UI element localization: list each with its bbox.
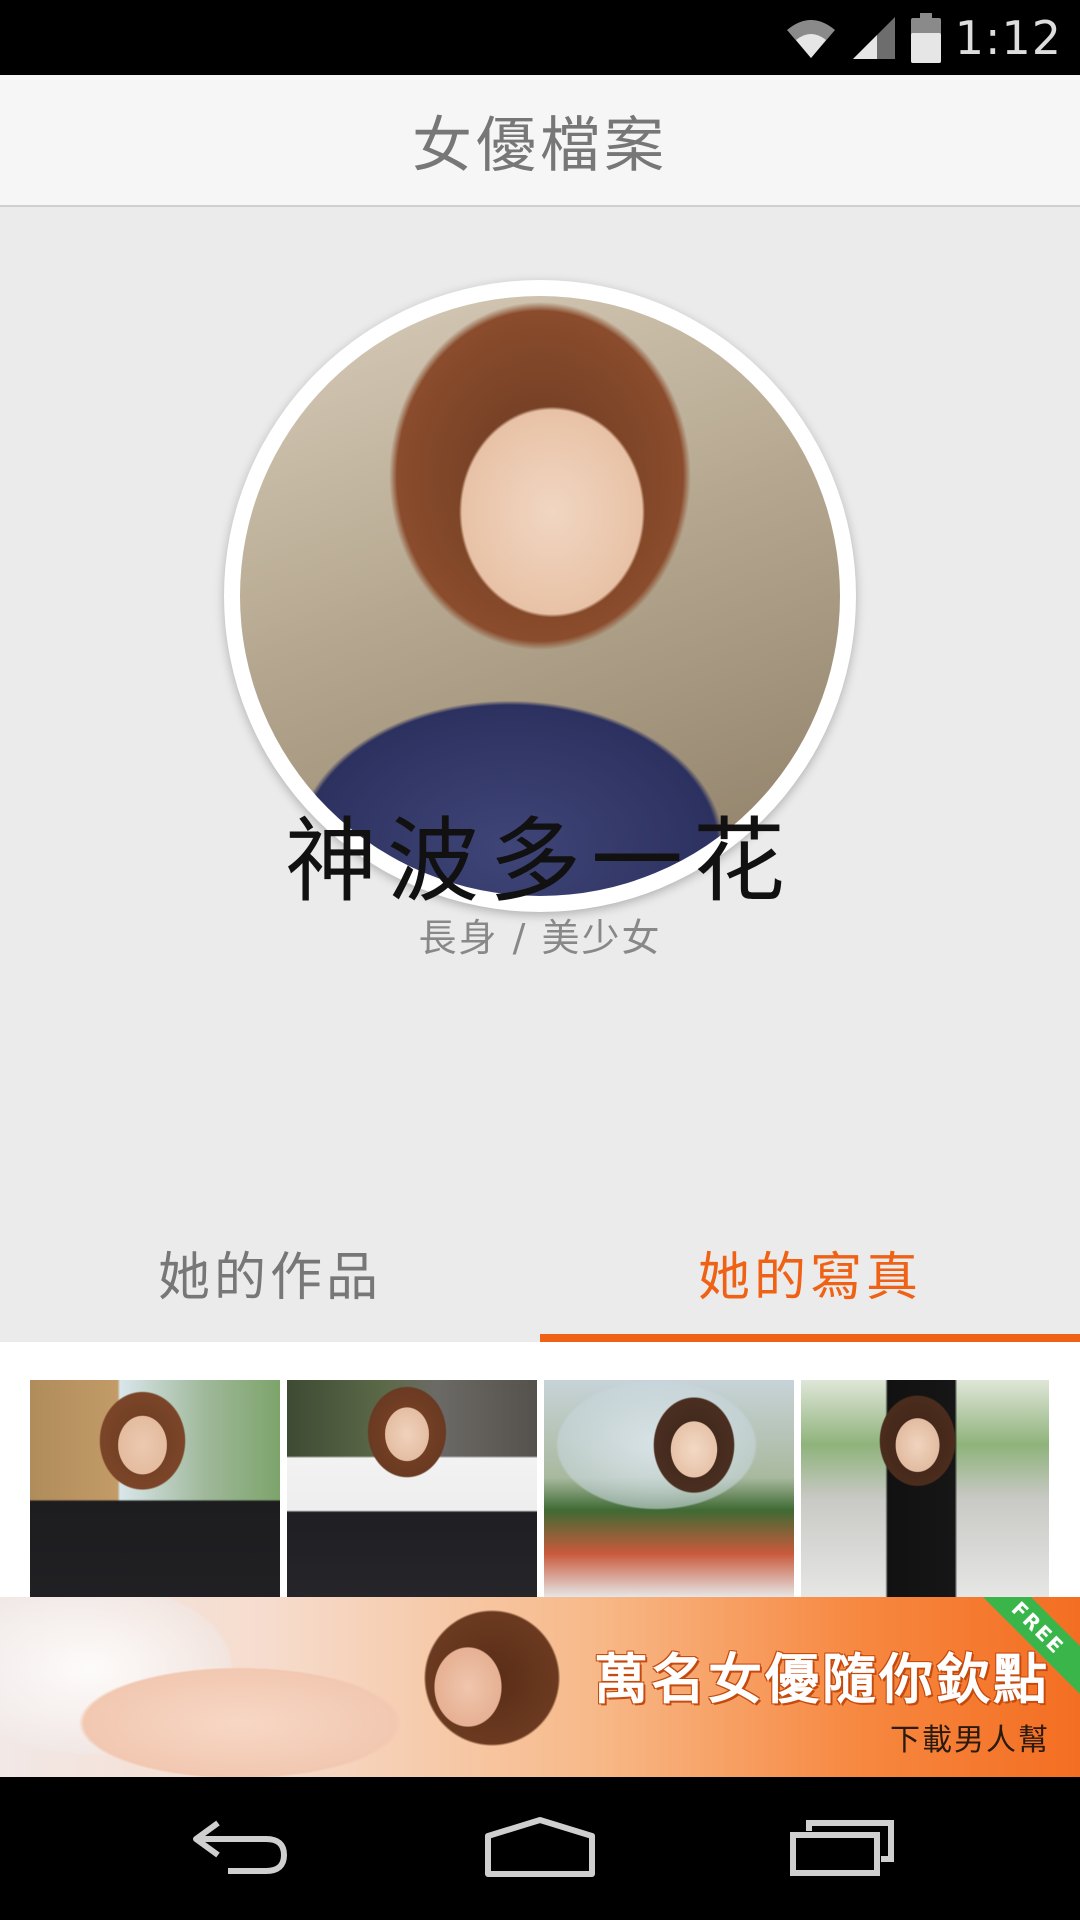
wifi-icon bbox=[785, 16, 837, 60]
tab-photos[interactable]: 她的寫真 bbox=[540, 1202, 1080, 1342]
photo-thumbnail[interactable] bbox=[30, 1380, 280, 1597]
home-button[interactable] bbox=[440, 1777, 640, 1920]
signal-icon bbox=[851, 15, 897, 61]
battery-icon bbox=[910, 12, 941, 63]
actor-name: 神波多一花 bbox=[284, 808, 795, 915]
photo-thumbnail[interactable] bbox=[801, 1380, 1049, 1597]
status-icons: 1:12 bbox=[785, 0, 1062, 75]
clock: 1:12 bbox=[954, 10, 1062, 65]
back-icon bbox=[188, 1817, 292, 1881]
status-bar: 1:12 bbox=[0, 0, 1080, 75]
ad-subtext: 下載男人幫 bbox=[890, 1723, 1050, 1758]
photo-thumbnail[interactable] bbox=[544, 1380, 794, 1597]
photo-grid bbox=[0, 1342, 1080, 1597]
home-icon bbox=[484, 1816, 596, 1882]
page-title: 女優檔案 bbox=[412, 110, 668, 181]
recent-apps-button[interactable] bbox=[742, 1777, 942, 1920]
back-button[interactable] bbox=[140, 1777, 340, 1920]
navigation-bar bbox=[0, 1777, 1080, 1920]
profile-section: 神波多一花 長身 / 美少女 bbox=[0, 207, 1080, 1342]
recent-apps-icon bbox=[789, 1817, 895, 1881]
app-header: 女優檔案 bbox=[0, 75, 1080, 207]
ad-banner[interactable]: 萬名女優隨你欽點 下載男人幫 FREE bbox=[0, 1597, 1080, 1777]
ad-headline: 萬名女優隨你欽點 bbox=[594, 1648, 1050, 1711]
ad-image bbox=[0, 1597, 600, 1777]
active-tab-indicator bbox=[540, 1334, 1080, 1342]
photo-thumbnail[interactable] bbox=[287, 1380, 537, 1597]
tab-bar: 她的作品 她的寫真 bbox=[0, 1202, 1080, 1342]
actor-tags: 長身 / 美少女 bbox=[418, 916, 662, 960]
tab-works[interactable]: 她的作品 bbox=[0, 1202, 540, 1342]
